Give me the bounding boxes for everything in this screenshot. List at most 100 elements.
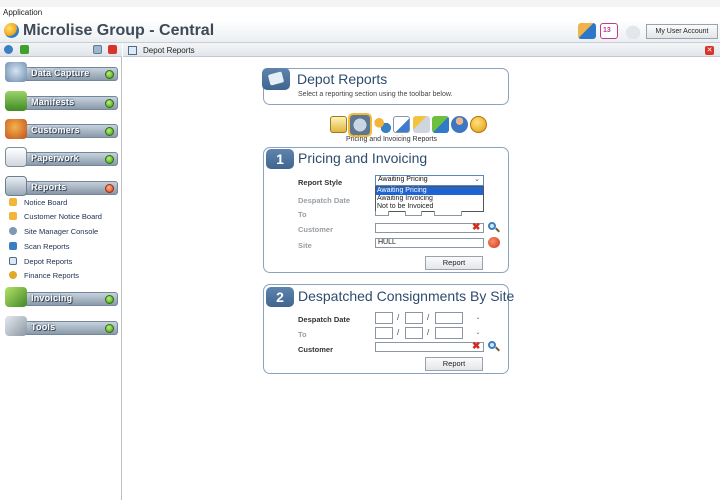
depot-reports-icon <box>9 257 17 265</box>
sidebar-options-icon[interactable] <box>93 45 102 54</box>
sidebar-close-icon[interactable] <box>108 45 117 54</box>
to-month-field[interactable] <box>405 211 422 216</box>
close-tab-icon[interactable]: ✕ <box>705 46 714 55</box>
expand-icon <box>105 155 114 164</box>
nav-paperwork[interactable]: Paperwork <box>3 147 118 169</box>
dropdown-option-not-to-be-invoiced[interactable]: Not to be Invoiced <box>376 203 483 211</box>
tab-bar <box>123 43 720 57</box>
dropdown-option-awaiting-invoicing[interactable]: Awaiting Invoicing <box>376 195 483 203</box>
finance-report-icon[interactable] <box>470 116 487 133</box>
nav-customers[interactable]: Customers <box>3 119 118 141</box>
my-user-account-button[interactable]: My User Account <box>646 24 718 39</box>
nav-invoicing[interactable]: Invoicing <box>3 287 118 309</box>
section-2-badge: 2 <box>266 287 294 307</box>
site-manager-icon <box>9 227 17 235</box>
clear-customer-icon[interactable]: ✖ <box>472 223 481 233</box>
to-month-field-2[interactable] <box>405 327 423 339</box>
invoicing-icon <box>5 287 27 307</box>
despatch-date-picker-icon[interactable]: ⌄ <box>473 313 483 323</box>
despatch-day-field[interactable] <box>375 312 393 324</box>
data-capture-icon <box>5 62 27 82</box>
pricing-report-icon[interactable] <box>348 113 372 137</box>
section-1-badge: 1 <box>266 149 294 169</box>
route-report-icon[interactable] <box>374 116 391 133</box>
date-separator: / <box>397 328 400 337</box>
nav-label: Invoicing <box>31 293 73 303</box>
manifests-icon <box>5 91 27 111</box>
customer-field-2[interactable] <box>375 342 484 352</box>
site-field[interactable]: HULL <box>375 238 484 248</box>
customer-search-icon[interactable] <box>488 222 500 233</box>
tab-depot-reports[interactable]: Depot Reports <box>143 46 195 55</box>
to-label-2: To <box>298 330 307 339</box>
dropdown-option-awaiting-pricing[interactable]: Awaiting Pricing <box>376 187 483 195</box>
report-style-select[interactable]: Awaiting Pricing ⌄ <box>375 175 484 186</box>
calendar-badge: 13 <box>603 27 611 34</box>
date-separator: / <box>397 313 400 322</box>
depot-reports-tab-icon <box>128 46 137 55</box>
nav-reports[interactable]: Reports <box>3 176 118 198</box>
date-separator: / <box>427 313 430 322</box>
despatch-month-field[interactable] <box>405 312 423 324</box>
site-value: HULL <box>378 239 396 246</box>
to-label: To <box>298 210 307 219</box>
nav-label: Paperwork <box>31 153 79 163</box>
nav-label: Tools <box>31 322 56 332</box>
customer-field[interactable] <box>375 223 484 233</box>
site-label: Site <box>298 241 312 250</box>
customer-label: Customer <box>298 225 334 234</box>
customer-search-icon-2[interactable] <box>488 341 500 352</box>
section-1-title: Pricing and Invoicing <box>298 150 428 166</box>
section-2-title: Despatched Consignments By Site <box>298 288 515 304</box>
report-style-value: Awaiting Pricing <box>378 176 428 183</box>
to-year-field[interactable] <box>434 211 462 216</box>
page-subtitle: Select a reporting section using the too… <box>298 91 453 98</box>
nav-label: Data Capture <box>31 68 90 78</box>
finance-reports-icon <box>9 271 17 279</box>
calendar-icon[interactable]: 13 <box>600 23 618 39</box>
despatch-date-label: Despatch Date <box>298 196 351 205</box>
reports-icon <box>5 176 27 196</box>
users-icon[interactable] <box>578 23 596 39</box>
tools-report-icon[interactable] <box>413 116 430 133</box>
nav-label: Reports <box>31 182 67 192</box>
site-lookup-icon[interactable] <box>488 237 500 248</box>
paperwork-icon <box>5 147 27 167</box>
clipboard-report-icon[interactable] <box>330 116 347 133</box>
section-2-report-button[interactable]: Report <box>425 357 483 371</box>
chart-report-icon[interactable] <box>432 116 449 133</box>
clear-customer-icon-2[interactable]: ✖ <box>472 342 481 352</box>
customer-notice-icon <box>9 212 17 220</box>
section-1-report-button[interactable]: Report <box>425 256 483 270</box>
microlise-logo-icon <box>4 23 19 38</box>
pin-icon[interactable] <box>20 45 29 54</box>
user-report-icon[interactable] <box>451 116 468 133</box>
window-top-strip <box>0 0 720 7</box>
scan-reports-icon <box>9 242 17 250</box>
nav-manifests[interactable]: Manifests <box>3 91 118 113</box>
nav-tools[interactable]: Tools <box>3 316 118 338</box>
to-day-field[interactable] <box>375 211 389 216</box>
tools-icon <box>5 316 27 336</box>
report-style-label: Report Style <box>298 178 343 187</box>
globe-icon[interactable] <box>4 45 13 54</box>
customers-icon <box>5 119 27 139</box>
depot-reports-logo-icon <box>262 68 290 90</box>
despatch-date-label-2: Despatch Date <box>298 315 351 324</box>
toolbar-caption: Pricing and Invoicing Reports <box>346 136 438 143</box>
expand-icon <box>105 295 114 304</box>
collapse-icon <box>105 184 114 193</box>
to-year-field-2[interactable] <box>435 327 463 339</box>
edit-report-icon[interactable] <box>393 116 410 133</box>
cloud-icon[interactable] <box>623 23 643 39</box>
expand-icon <box>105 70 114 79</box>
expand-icon <box>105 127 114 136</box>
to-date-picker-icon[interactable]: ⌄ <box>473 328 483 338</box>
chevron-down-icon: ⌄ <box>474 176 480 183</box>
notice-board-icon <box>9 198 17 206</box>
sidebar-header <box>0 43 122 57</box>
nav-data-capture[interactable]: Data Capture <box>3 62 118 84</box>
to-day-field-2[interactable] <box>375 327 393 339</box>
report-style-dropdown: Awaiting Pricing Awaiting Invoicing Not … <box>375 186 484 212</box>
despatch-year-field[interactable] <box>435 312 463 324</box>
